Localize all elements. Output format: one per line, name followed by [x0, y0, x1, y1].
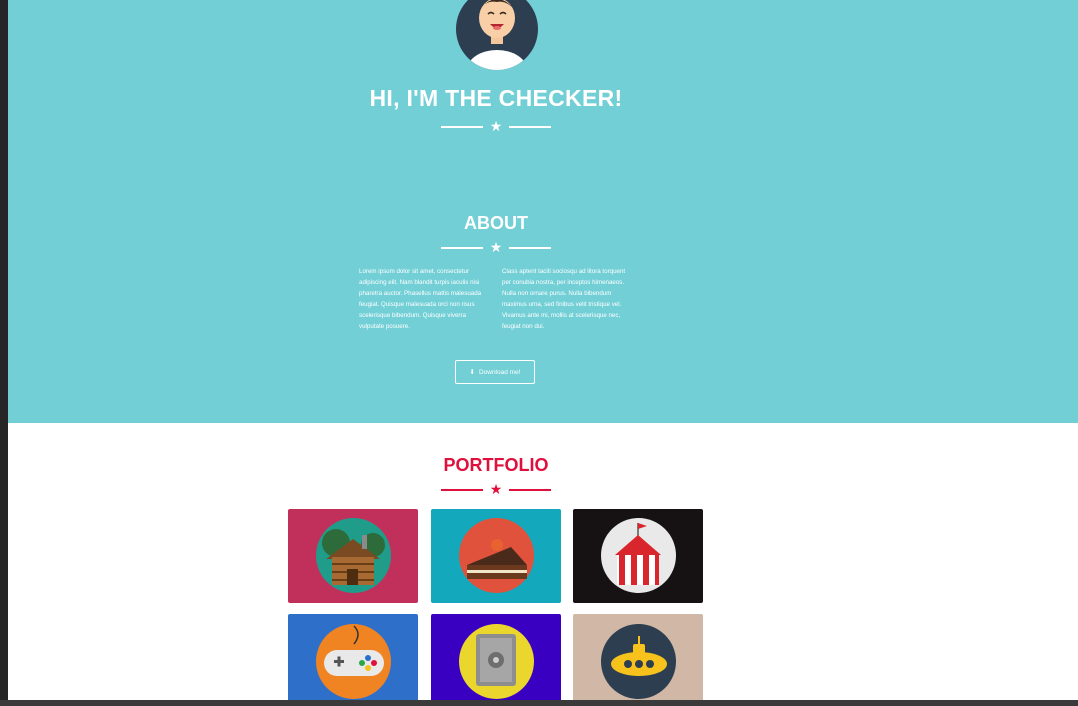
- cake-icon: [467, 539, 527, 579]
- portfolio-item-circus[interactable]: [573, 509, 703, 603]
- star-icon: ★: [489, 118, 503, 134]
- divider-line-left: [441, 247, 483, 249]
- about-text-left: Lorem ipsum dolor sit amet, consectetur …: [359, 268, 482, 330]
- about-title: ABOUT: [464, 213, 528, 233]
- portfolio-item-controller[interactable]: [288, 614, 418, 700]
- divider-line-left: [441, 489, 483, 491]
- hero-divider: ★: [441, 118, 551, 134]
- divider-line-right: [509, 247, 551, 249]
- divider-line-right: [509, 126, 551, 128]
- submarine-icon: [611, 636, 667, 676]
- portfolio-item-safe[interactable]: [431, 614, 561, 700]
- cabin-icon: [322, 529, 385, 585]
- portfolio-title: PORTFOLIO: [443, 455, 549, 475]
- download-button[interactable]: ⬇ Download me!: [455, 360, 535, 384]
- star-icon: ★: [489, 481, 503, 497]
- hero-title: HI, I'M THE CHECKER!: [369, 85, 623, 111]
- about-divider: ★: [441, 239, 551, 255]
- portfolio-item-cake[interactable]: [431, 509, 561, 603]
- about-text-right: Class aptent taciti sociosqu ad litora t…: [502, 268, 626, 330]
- portfolio-item-cabin[interactable]: [288, 509, 418, 603]
- window-left-edge: [0, 0, 8, 706]
- game-controller-icon: [324, 625, 384, 676]
- divider-line-right: [509, 489, 551, 491]
- portfolio-divider: ★: [441, 481, 551, 497]
- hero-section: HI, I'M THE CHECKER! ★ ABOUT ★ Lorem ips…: [8, 0, 1078, 423]
- window-bottom-bar: [0, 700, 1078, 706]
- safe-icon: [476, 634, 516, 686]
- page-viewport: HI, I'M THE CHECKER! ★ ABOUT ★ Lorem ips…: [8, 0, 1078, 700]
- download-icon: ⬇: [469, 369, 475, 376]
- star-icon: ★: [489, 239, 503, 255]
- download-button-label: Download me!: [478, 368, 521, 376]
- portfolio-item-submarine[interactable]: [573, 614, 703, 700]
- divider-line-left: [441, 126, 483, 128]
- avatar: [456, 0, 538, 70]
- circus-tent-icon: [615, 523, 661, 585]
